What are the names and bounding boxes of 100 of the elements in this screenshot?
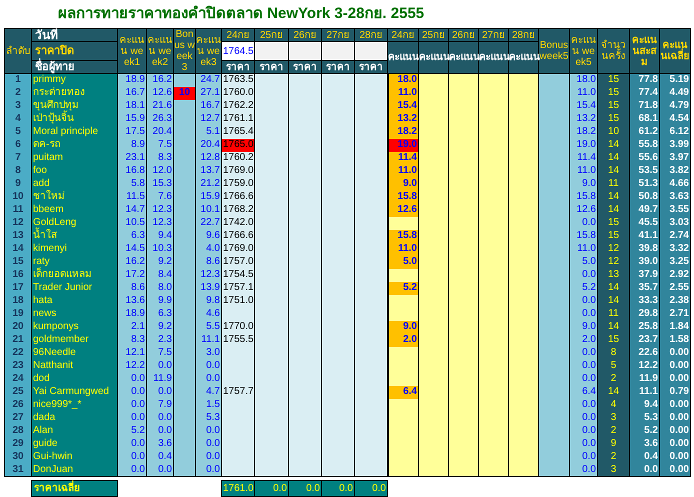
date-header: 26กย — [448, 28, 478, 42]
column-header: จำนวนครั้ง — [598, 28, 630, 74]
player-name: add — [32, 178, 118, 190]
column-header: ราคา — [354, 60, 388, 74]
date-header: 24กย — [222, 28, 254, 42]
column-header: ราคา — [254, 60, 288, 74]
player-name: เป่าปุ้นจิ้น — [32, 112, 118, 126]
column-header: คะแนน week2 — [146, 28, 174, 74]
rank-cell: 12 — [4, 216, 32, 230]
price-guess-cell: 1769.0 — [222, 242, 254, 256]
player-name: kumponys — [32, 320, 118, 334]
player-name: Gui-hwin — [32, 450, 118, 464]
column-header: ลำดับ — [4, 28, 32, 74]
rank-cell: 20 — [4, 320, 32, 334]
column-header: คะแนน week5 — [570, 28, 598, 74]
date-header: 28กย — [354, 28, 388, 42]
rank-cell: 26 — [4, 398, 32, 412]
column-header: คะแนน week3 — [196, 28, 222, 74]
player-name: dod — [32, 372, 118, 386]
price-guess-cell: 1765.0 — [222, 138, 254, 152]
rank-cell: 23 — [4, 360, 32, 372]
column-header: คะแนน week1 — [118, 28, 146, 74]
player-name: guide — [32, 438, 118, 450]
player-name: Natthanit — [32, 360, 118, 372]
price-guess-cell: 1761.1 — [222, 112, 254, 126]
column-header: ราคา — [222, 60, 254, 74]
date-header: 27กย — [322, 28, 354, 42]
player-name: กระต่ายทอง — [32, 86, 118, 100]
column-header: Bonus week5 — [538, 28, 570, 74]
price-guess-cell: 1742.0 — [222, 216, 254, 230]
column-header: Bonus week 3 — [174, 28, 196, 74]
average-price-cell: 0.0 — [322, 480, 354, 496]
average-price-cell: 0.0 — [254, 480, 288, 496]
player-name: ดค-รถ — [32, 138, 118, 152]
rank-cell: 29 — [4, 438, 32, 450]
rank-cell: 18 — [4, 294, 32, 308]
player-name: น้ำใส — [32, 230, 118, 242]
column-header: คะแนนสะสม — [630, 28, 660, 74]
row-label: วันที่ — [32, 28, 118, 42]
player-name: raty — [32, 256, 118, 268]
player-name: DonJuan — [32, 464, 118, 476]
rank-cell: 30 — [4, 450, 32, 464]
price-guess-cell: 1770.0 — [222, 320, 254, 334]
player-name: Alan — [32, 424, 118, 438]
rank-cell: 2 — [4, 86, 32, 100]
rank-cell: 16 — [4, 268, 32, 282]
column-header: ราคา — [288, 60, 322, 74]
player-name: ชาใหม่ — [32, 190, 118, 204]
price-guess-cell: 1769.0 — [222, 164, 254, 178]
average-price-cell: 1761.0 — [222, 480, 254, 496]
player-name: 96Needle — [32, 346, 118, 360]
date-header: 26กย — [288, 28, 322, 42]
rank-cell: 15 — [4, 256, 32, 268]
average-price-cell: 0.0 — [354, 480, 388, 496]
player-name: kimenyi — [32, 242, 118, 256]
column-header: คะแนน — [508, 42, 538, 74]
rank-cell: 3 — [4, 100, 32, 112]
rank-cell: 21 — [4, 334, 32, 346]
footer-label: ราคาเฉลี่ย — [32, 480, 118, 496]
rank-cell: 7 — [4, 152, 32, 164]
price-guess-cell: 1766.6 — [222, 190, 254, 204]
price-guess-cell: 1763.5 — [222, 74, 254, 86]
rank-cell: 10 — [4, 190, 32, 204]
rank-cell: 11 — [4, 204, 32, 216]
player-name: nice999*_* — [32, 398, 118, 412]
price-guess-cell: 1757.7 — [222, 386, 254, 398]
rank-cell: 28 — [4, 424, 32, 438]
column-header: คะแนน — [478, 42, 508, 74]
row-label: ราคาปิด — [32, 42, 118, 60]
rank-cell: 17 — [4, 282, 32, 294]
rank-cell: 5 — [4, 126, 32, 138]
price-guess-cell: 1757.0 — [222, 256, 254, 268]
player-name: Moral principle — [32, 126, 118, 138]
rank-cell: 22 — [4, 346, 32, 360]
date-header: 24กย — [388, 28, 418, 42]
price-guess-cell: 1766.6 — [222, 230, 254, 242]
player-name: primmy — [32, 74, 118, 86]
player-name: bbeem — [32, 204, 118, 216]
column-header: คะแนน — [448, 42, 478, 74]
rank-cell: 31 — [4, 464, 32, 476]
page-title: ผลการทายราคาทองคำปิดตลาด NewYork 3-28กย. 2555 — [58, 4, 424, 24]
date-header: 25กย — [418, 28, 448, 42]
rank-cell: 25 — [4, 386, 32, 398]
rank-cell: 9 — [4, 178, 32, 190]
rank-cell: 13 — [4, 230, 32, 242]
price-guess-cell: 1765.4 — [222, 126, 254, 138]
price-guess-cell: 1760.2 — [222, 152, 254, 164]
player-name: ขุนศึกปทุม — [32, 100, 118, 112]
player-name: Trader Junior — [32, 282, 118, 294]
date-header: 25กย — [254, 28, 288, 42]
price-guess-cell: 1762.2 — [222, 100, 254, 112]
row-label: ชื่อผู้ทาย — [32, 60, 118, 74]
rank-cell: 27 — [4, 412, 32, 424]
price-guess-cell: 1768.2 — [222, 204, 254, 216]
rank-cell: 14 — [4, 242, 32, 256]
player-name: foo — [32, 164, 118, 178]
player-name: puitam — [32, 152, 118, 164]
price-guess-cell: 1751.0 — [222, 294, 254, 308]
price-guess-cell: 1757.1 — [222, 282, 254, 294]
player-name: hata — [32, 294, 118, 308]
